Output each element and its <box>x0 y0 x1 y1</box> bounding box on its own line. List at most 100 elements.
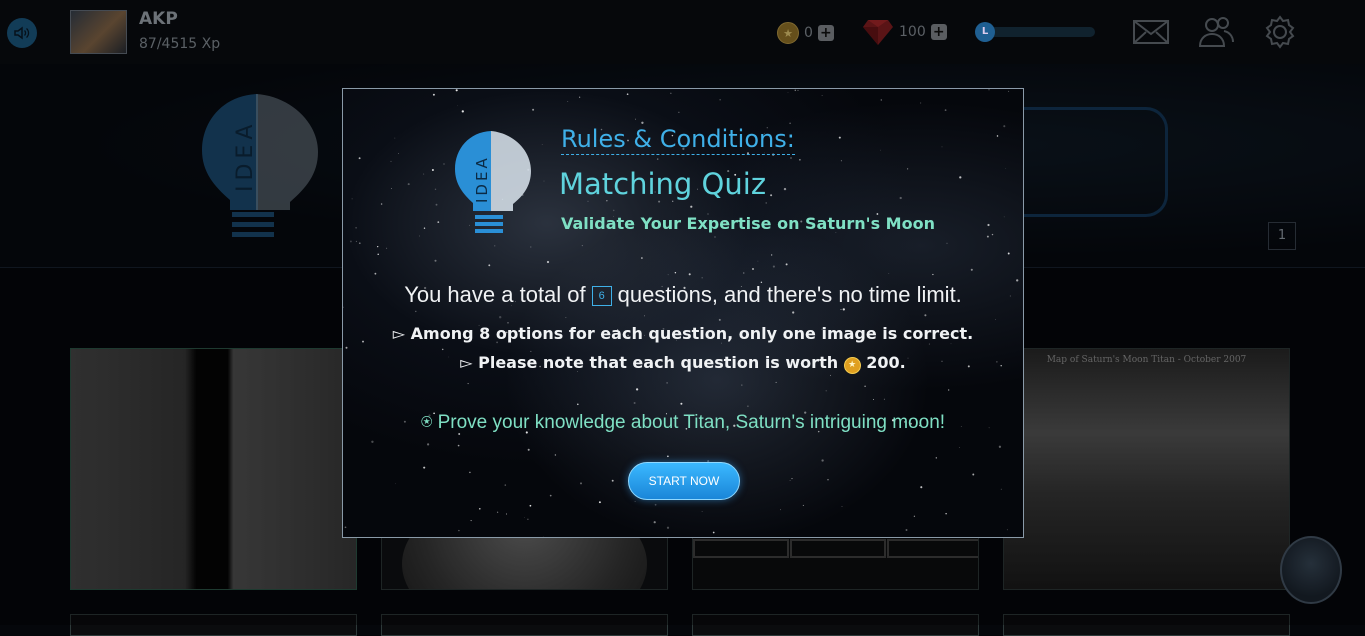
total-prefix: You have a total of <box>404 282 586 307</box>
star <box>641 257 643 259</box>
star <box>958 447 960 449</box>
star <box>790 157 792 159</box>
star <box>825 390 827 392</box>
star <box>913 515 916 517</box>
star <box>435 203 438 206</box>
star <box>920 486 923 489</box>
star <box>434 188 437 191</box>
star <box>457 105 459 107</box>
star <box>829 374 832 376</box>
start-now-button[interactable]: START NOW <box>628 462 740 500</box>
star <box>377 245 379 248</box>
modal-bulb-label: IDEA <box>473 155 491 203</box>
star <box>423 173 425 175</box>
star <box>924 314 927 317</box>
star <box>635 388 639 391</box>
star <box>864 385 866 387</box>
idea-bulb-icon: IDEA <box>455 131 531 233</box>
star <box>880 99 883 101</box>
star <box>1008 90 1010 92</box>
star <box>792 311 795 314</box>
rules-modal: IDEA Rules & Conditions: Matching Quiz V… <box>342 88 1024 538</box>
star <box>666 382 668 384</box>
star <box>398 152 400 154</box>
star <box>478 507 481 510</box>
star <box>611 479 614 482</box>
star <box>944 109 947 111</box>
star <box>394 137 396 139</box>
star <box>690 205 693 208</box>
star <box>799 159 801 161</box>
star <box>883 398 885 400</box>
total-suffix: questions, and there's no time limit. <box>617 282 962 307</box>
star <box>580 482 582 485</box>
star <box>529 504 532 507</box>
star <box>441 348 444 351</box>
star <box>920 102 922 104</box>
star <box>794 89 797 92</box>
star <box>935 457 937 459</box>
star <box>842 308 845 311</box>
star <box>358 242 361 245</box>
star <box>598 501 601 504</box>
star <box>972 473 975 476</box>
star <box>945 513 947 515</box>
star <box>1006 529 1008 531</box>
star <box>469 471 471 474</box>
rule-worth-prefix: ▻ Please note that each question is wort… <box>460 353 839 372</box>
star <box>461 110 464 113</box>
star <box>789 480 791 481</box>
star <box>467 383 469 385</box>
star <box>358 157 361 160</box>
star <box>680 402 683 405</box>
star <box>743 272 745 274</box>
star <box>986 235 989 238</box>
star <box>443 163 445 165</box>
star <box>567 100 569 102</box>
star <box>423 466 426 469</box>
star <box>419 235 420 237</box>
star <box>549 494 552 497</box>
star <box>457 444 460 447</box>
star <box>880 149 882 151</box>
star <box>634 501 636 502</box>
star <box>666 526 670 529</box>
star <box>667 274 669 276</box>
rule-worth: ▻ Please note that each question is wort… <box>343 353 1023 374</box>
star <box>888 273 890 274</box>
star <box>988 89 990 91</box>
star <box>455 89 458 92</box>
star <box>542 536 544 537</box>
star <box>718 318 721 321</box>
star <box>714 236 716 238</box>
star <box>752 268 754 270</box>
star <box>554 454 557 456</box>
star <box>688 273 691 276</box>
star <box>941 146 943 148</box>
star <box>374 272 377 275</box>
star <box>783 187 787 191</box>
star <box>524 517 525 518</box>
star <box>432 93 435 96</box>
star <box>991 233 994 236</box>
star <box>351 198 353 200</box>
star <box>499 316 502 319</box>
star <box>719 99 721 101</box>
star <box>344 526 347 529</box>
star <box>504 484 507 486</box>
star <box>841 506 843 507</box>
star <box>395 483 396 485</box>
star <box>770 194 773 197</box>
star <box>667 455 669 458</box>
star <box>840 308 842 311</box>
coin-icon: ★ <box>843 357 861 374</box>
star <box>780 509 781 511</box>
star <box>543 180 545 182</box>
star <box>635 118 636 120</box>
star <box>458 529 460 532</box>
star <box>785 263 788 266</box>
star <box>407 183 410 186</box>
star <box>371 440 374 443</box>
star <box>577 403 579 406</box>
star <box>787 92 789 93</box>
